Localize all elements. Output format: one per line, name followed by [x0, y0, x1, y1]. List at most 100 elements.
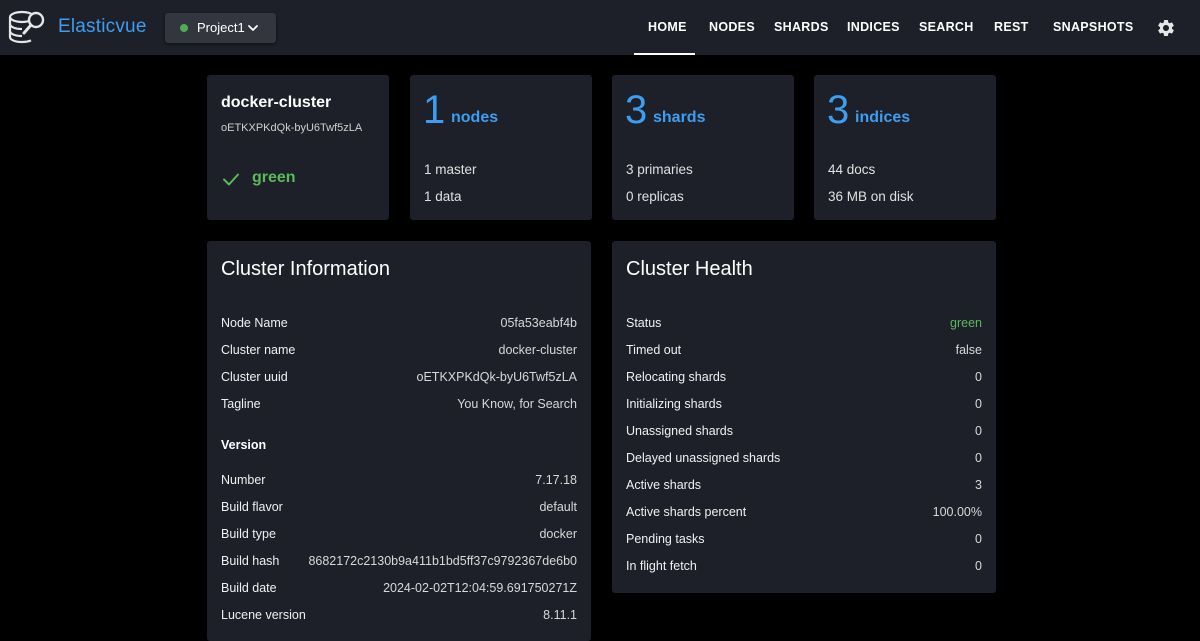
health-row: Delayed unassigned shards 0 [626, 451, 982, 467]
version-row: Build type docker [221, 527, 577, 543]
nav-home[interactable]: HOME [648, 20, 687, 34]
version-value: default [539, 500, 577, 514]
info-row: Tagline You Know, for Search [221, 397, 577, 413]
health-row: Initializing shards 0 [626, 397, 982, 413]
health-key: Delayed unassigned shards [626, 451, 781, 465]
info-value: docker-cluster [498, 343, 578, 357]
version-section-label: Version [221, 438, 267, 452]
version-value: 8682172c2130b9a411b1bd5ff37c9792367de6b0 [308, 554, 577, 568]
info-key: Node Name [221, 316, 288, 330]
nodes-count: 1 [423, 88, 446, 132]
info-key: Cluster name [221, 343, 296, 357]
version-row: Build flavor default [221, 500, 577, 516]
cluster-uuid: oETKXPKdQk-byU6Twf5zLA [221, 122, 363, 134]
health-key: Pending tasks [626, 532, 705, 546]
health-value: 0 [975, 559, 982, 573]
nav-indices[interactable]: INDICES [847, 20, 900, 34]
health-value: 100.00% [932, 505, 982, 519]
nav-active-indicator [634, 53, 695, 55]
cluster-name: docker-cluster [221, 94, 332, 111]
nav-search[interactable]: SEARCH [919, 20, 974, 34]
version-row: Number 7.17.18 [221, 473, 577, 489]
indices-card[interactable]: 3 indices 44 docs 36 MB on disk [814, 75, 996, 220]
health-key: Relocating shards [626, 370, 727, 384]
version-key: Build hash [221, 554, 280, 568]
shards-replicas: 0 replicas [626, 189, 684, 204]
nav-rest[interactable]: REST [994, 20, 1029, 34]
info-key: Cluster uuid [221, 370, 288, 384]
health-key: Unassigned shards [626, 424, 734, 438]
info-value: 05fa53eabf4b [500, 316, 577, 330]
health-row: Active shards percent 100.00% [626, 505, 982, 521]
project-name: Project1 [197, 20, 245, 35]
cluster-information-panel: Cluster Information Node Name 05fa53eabf… [207, 241, 591, 641]
version-row: Build date 2024-02-02T12:04:59.691750271… [221, 581, 577, 597]
info-key: Tagline [221, 397, 261, 411]
health-value: 0 [975, 532, 982, 546]
health-row: In flight fetch 0 [626, 559, 982, 575]
health-key: Timed out [626, 343, 682, 357]
info-row: Cluster uuid oETKXPKdQk-byU6Twf5zLA [221, 370, 577, 386]
health-value: 0 [975, 397, 982, 411]
cluster-status: green [252, 169, 296, 186]
chevron-down-icon [248, 25, 258, 31]
version-key: Build type [221, 527, 276, 541]
nodes-card[interactable]: 1 nodes 1 master 1 data [410, 75, 592, 220]
nodes-unit: nodes [451, 109, 499, 126]
health-key: Active shards percent [626, 505, 747, 519]
shards-primaries: 3 primaries [626, 162, 693, 177]
nav-snapshots[interactable]: SNAPSHOTS [1053, 20, 1134, 34]
health-row: Status green [626, 316, 982, 332]
health-value: 0 [975, 424, 982, 438]
top-app-bar: Elasticvue Project1 HOME NODES SHARDS IN… [0, 0, 1200, 55]
health-row: Pending tasks 0 [626, 532, 982, 548]
gear-icon[interactable] [1156, 18, 1176, 38]
version-row: Lucene version 8.11.1 [221, 608, 577, 624]
version-key: Number [221, 473, 266, 487]
health-row: Unassigned shards 0 [626, 424, 982, 440]
version-key: Build flavor [221, 500, 283, 514]
health-value: 0 [975, 451, 982, 465]
version-value: 2024-02-02T12:04:59.691750271Z [383, 581, 577, 595]
panel-title: Cluster Information [221, 258, 390, 280]
version-value: docker [539, 527, 577, 541]
health-key: Active shards [626, 478, 702, 492]
health-key: Status [626, 316, 662, 330]
shards-unit: shards [653, 109, 706, 126]
shards-card[interactable]: 3 shards 3 primaries 0 replicas [612, 75, 794, 220]
indices-docs: 44 docs [828, 162, 876, 177]
health-value: 0 [975, 370, 982, 384]
health-status-value: green [950, 316, 982, 330]
version-value: 8.11.1 [543, 608, 577, 622]
nodes-data: 1 data [424, 189, 462, 204]
health-value: false [955, 343, 982, 357]
info-row: Node Name 05fa53eabf4b [221, 316, 577, 332]
panel-title: Cluster Health [626, 258, 753, 280]
health-key: In flight fetch [626, 559, 697, 573]
indices-count: 3 [827, 88, 850, 132]
database-search-logo-icon[interactable] [7, 8, 47, 46]
indices-disk: 36 MB on disk [828, 189, 914, 204]
version-key: Lucene version [221, 608, 306, 622]
info-value: oETKXPKdQk-byU6Twf5zLA [416, 370, 577, 384]
project-status-dot [180, 24, 188, 32]
version-value: 7.17.18 [535, 473, 577, 487]
app-brand[interactable]: Elasticvue [58, 16, 147, 38]
indices-unit: indices [855, 109, 911, 126]
version-key: Build date [221, 581, 277, 595]
project-selector-button[interactable]: Project1 [165, 13, 276, 43]
cluster-health-panel: Cluster Health Status green Timed out fa… [612, 241, 996, 593]
health-row: Active shards 3 [626, 478, 982, 494]
cluster-summary-card: docker-cluster oETKXPKdQk-byU6Twf5zLA gr… [207, 75, 389, 220]
nodes-master: 1 master [424, 162, 477, 177]
health-key: Initializing shards [626, 397, 722, 411]
nav-shards[interactable]: SHARDS [774, 20, 829, 34]
check-icon [223, 173, 239, 186]
info-row: Cluster name docker-cluster [221, 343, 577, 359]
health-value: 3 [975, 478, 982, 492]
version-row: Build hash 8682172c2130b9a411b1bd5ff37c9… [221, 554, 577, 570]
health-row: Timed out false [626, 343, 982, 359]
shards-count: 3 [625, 88, 648, 132]
nav-nodes[interactable]: NODES [709, 20, 755, 34]
health-row: Relocating shards 0 [626, 370, 982, 386]
